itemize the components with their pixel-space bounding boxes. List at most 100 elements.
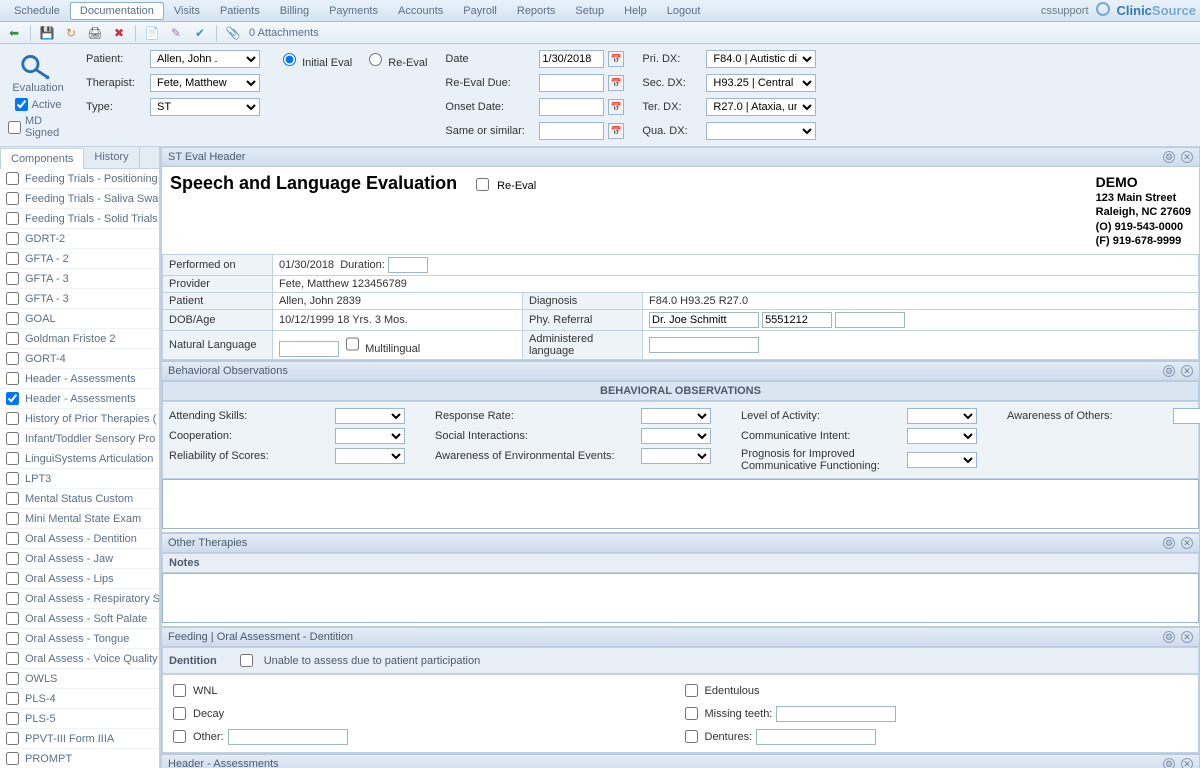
therapist-select[interactable]: Fete, Matthew bbox=[150, 74, 260, 92]
component-checkbox[interactable] bbox=[6, 732, 19, 745]
sec-dx-select[interactable]: H93.25 | Central auditory processing d bbox=[706, 74, 816, 92]
component-checkbox[interactable] bbox=[6, 312, 19, 325]
menu-payments[interactable]: Payments bbox=[319, 2, 388, 20]
component-checkbox[interactable] bbox=[6, 632, 19, 645]
component-item[interactable]: GFTA - 3 bbox=[0, 289, 159, 309]
type-select[interactable]: ST bbox=[150, 98, 260, 116]
component-checkbox[interactable] bbox=[6, 192, 19, 205]
decay-checkbox[interactable] bbox=[173, 707, 186, 720]
gear-icon[interactable]: ⚙ bbox=[1163, 537, 1175, 549]
component-checkbox[interactable] bbox=[6, 552, 19, 565]
missing-input[interactable] bbox=[776, 706, 896, 722]
cooperation-select[interactable] bbox=[335, 428, 405, 444]
pri-dx-select[interactable]: F84.0 | Autistic disorder bbox=[706, 50, 816, 68]
date-picker-icon[interactable]: 📅 bbox=[608, 51, 624, 67]
reliability-select[interactable] bbox=[335, 448, 405, 464]
prognosis-select[interactable] bbox=[907, 452, 977, 468]
component-item[interactable]: Mental Status Custom bbox=[0, 489, 159, 509]
refresh-icon[interactable]: ↻ bbox=[63, 25, 79, 41]
component-checkbox[interactable] bbox=[6, 532, 19, 545]
component-item[interactable]: LPT3 bbox=[0, 469, 159, 489]
gear-icon[interactable]: ⚙ bbox=[1163, 151, 1175, 163]
component-checkbox[interactable] bbox=[6, 452, 19, 465]
attachments-label[interactable]: 0 Attachments bbox=[249, 27, 319, 39]
component-item[interactable]: History of Prior Therapies ( bbox=[0, 409, 159, 429]
sign-icon[interactable]: ✔ bbox=[192, 25, 208, 41]
menu-schedule[interactable]: Schedule bbox=[4, 2, 70, 20]
same-input[interactable] bbox=[539, 122, 604, 140]
menu-setup[interactable]: Setup bbox=[565, 2, 614, 20]
awareness-env-select[interactable] bbox=[641, 448, 711, 464]
menu-patients[interactable]: Patients bbox=[210, 2, 270, 20]
menu-payroll[interactable]: Payroll bbox=[453, 2, 507, 20]
component-checkbox[interactable] bbox=[6, 212, 19, 225]
component-item[interactable]: Oral Assess - Respiratory S bbox=[0, 589, 159, 609]
component-item[interactable]: Feeding Trials - Saliva Swa bbox=[0, 189, 159, 209]
component-checkbox[interactable] bbox=[6, 472, 19, 485]
menu-accounts[interactable]: Accounts bbox=[388, 2, 453, 20]
component-checkbox[interactable] bbox=[6, 492, 19, 505]
component-checkbox[interactable] bbox=[6, 252, 19, 265]
close-panel-icon[interactable]: ✕ bbox=[1181, 365, 1193, 377]
initial-eval-radio-label[interactable]: Initial Eval bbox=[278, 50, 352, 69]
tab-components[interactable]: Components bbox=[0, 148, 84, 169]
component-item[interactable]: PLS-5 bbox=[0, 709, 159, 729]
close-panel-icon[interactable]: ✕ bbox=[1181, 537, 1193, 549]
dentures-checkbox[interactable] bbox=[685, 730, 698, 743]
component-item[interactable]: GFTA - 3 bbox=[0, 269, 159, 289]
unable-checkbox[interactable] bbox=[240, 654, 253, 667]
missing-checkbox[interactable] bbox=[685, 707, 698, 720]
referral-extra-input[interactable] bbox=[835, 312, 905, 328]
initial-eval-radio[interactable] bbox=[283, 53, 296, 66]
component-item[interactable]: Header - Assessments bbox=[0, 369, 159, 389]
component-checkbox[interactable] bbox=[6, 752, 19, 765]
natlang-input[interactable] bbox=[279, 341, 339, 357]
response-select[interactable] bbox=[641, 408, 711, 424]
other-therapies-notes[interactable] bbox=[162, 573, 1199, 623]
re-eval-radio[interactable] bbox=[369, 53, 382, 66]
component-item[interactable]: PPVT-III Form IIIA bbox=[0, 729, 159, 749]
re-eval-radio-label[interactable]: Re-Eval bbox=[364, 50, 427, 69]
component-checkbox[interactable] bbox=[6, 572, 19, 585]
edit-icon[interactable]: ✎ bbox=[168, 25, 184, 41]
wnl-checkbox[interactable] bbox=[173, 684, 186, 697]
patient-select[interactable]: Allen, John . bbox=[150, 50, 260, 68]
copy-icon[interactable]: 📄 bbox=[144, 25, 160, 41]
gear-icon[interactable]: ⚙ bbox=[1163, 365, 1175, 377]
ter-dx-select[interactable]: R27.0 | Ataxia, unspecified bbox=[706, 98, 816, 116]
referral-name-input[interactable] bbox=[649, 312, 759, 328]
component-checkbox[interactable] bbox=[6, 432, 19, 445]
mdsigned-checkbox[interactable] bbox=[8, 121, 21, 134]
attending-select[interactable] bbox=[335, 408, 405, 424]
component-checkbox[interactable] bbox=[6, 232, 19, 245]
other-checkbox[interactable] bbox=[173, 730, 186, 743]
close-panel-icon[interactable]: ✕ bbox=[1181, 758, 1193, 768]
menu-visits[interactable]: Visits bbox=[164, 2, 210, 20]
print-icon[interactable]: 🖨 bbox=[87, 25, 103, 41]
duration-input[interactable] bbox=[388, 257, 428, 273]
component-item[interactable]: Oral Assess - Voice Quality bbox=[0, 649, 159, 669]
onset-input[interactable] bbox=[539, 98, 604, 116]
component-checkbox[interactable] bbox=[6, 712, 19, 725]
delete-icon[interactable]: ✖ bbox=[111, 25, 127, 41]
edentulous-checkbox[interactable] bbox=[685, 684, 698, 697]
close-panel-icon[interactable]: ✕ bbox=[1181, 151, 1193, 163]
component-item[interactable]: PROMPT bbox=[0, 749, 159, 768]
component-checkbox[interactable] bbox=[6, 592, 19, 605]
close-panel-icon[interactable]: ✕ bbox=[1181, 631, 1193, 643]
component-checkbox[interactable] bbox=[6, 352, 19, 365]
component-item[interactable]: GORT-4 bbox=[0, 349, 159, 369]
component-item[interactable]: Oral Assess - Lips bbox=[0, 569, 159, 589]
multilingual-checkbox[interactable] bbox=[346, 336, 359, 352]
attach-icon[interactable]: 📎 bbox=[225, 25, 241, 41]
menu-reports[interactable]: Reports bbox=[507, 2, 566, 20]
gear-icon[interactable]: ⚙ bbox=[1163, 758, 1175, 768]
component-item[interactable]: GDRT-2 bbox=[0, 229, 159, 249]
referral-num-input[interactable] bbox=[762, 312, 832, 328]
intent-select[interactable] bbox=[907, 428, 977, 444]
menu-billing[interactable]: Billing bbox=[270, 2, 319, 20]
component-item[interactable]: PLS-4 bbox=[0, 689, 159, 709]
other-input[interactable] bbox=[228, 729, 348, 745]
component-checkbox[interactable] bbox=[6, 692, 19, 705]
social-select[interactable] bbox=[641, 428, 711, 444]
